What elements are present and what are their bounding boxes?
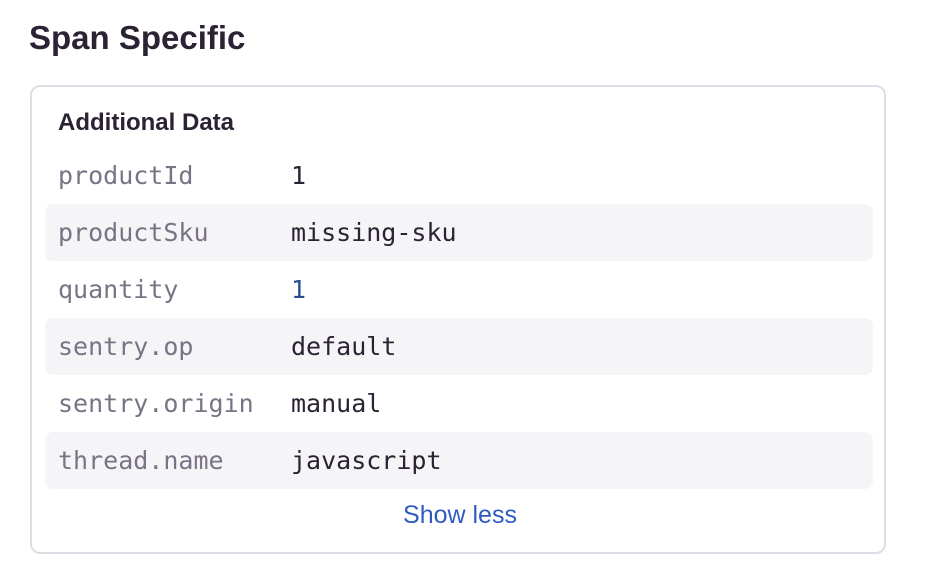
show-less-button[interactable]: Show less [32,499,888,531]
kv-key: quantity [58,275,179,304]
kv-value: default [291,332,397,361]
kv-row-sentry-op: sentry.op default [45,318,873,375]
kv-value: 1 [291,161,307,190]
kv-key: productSku [58,218,209,247]
kv-row-productid: productId 1 [45,147,873,204]
kv-row-thread-name: thread.name javascript [45,432,873,489]
kv-key: thread.name [58,446,224,475]
kv-value: 1 [291,275,307,304]
kv-value: missing-sku [291,218,457,247]
kv-value: manual [291,389,382,418]
kv-value: javascript [291,446,442,475]
key-value-list: productId 1 productSku missing-sku quant… [45,147,873,489]
additional-data-card: Additional Data productId 1 productSku m… [30,85,886,554]
kv-row-productsku: productSku missing-sku [45,204,873,261]
kv-key: sentry.op [58,332,194,361]
kv-key: productId [58,161,194,190]
kv-row-quantity: quantity 1 [45,261,873,318]
kv-row-sentry-origin: sentry.origin manual [45,375,873,432]
section-title: Span Specific [29,19,246,56]
kv-key: sentry.origin [58,389,254,418]
card-title: Additional Data [58,109,235,136]
